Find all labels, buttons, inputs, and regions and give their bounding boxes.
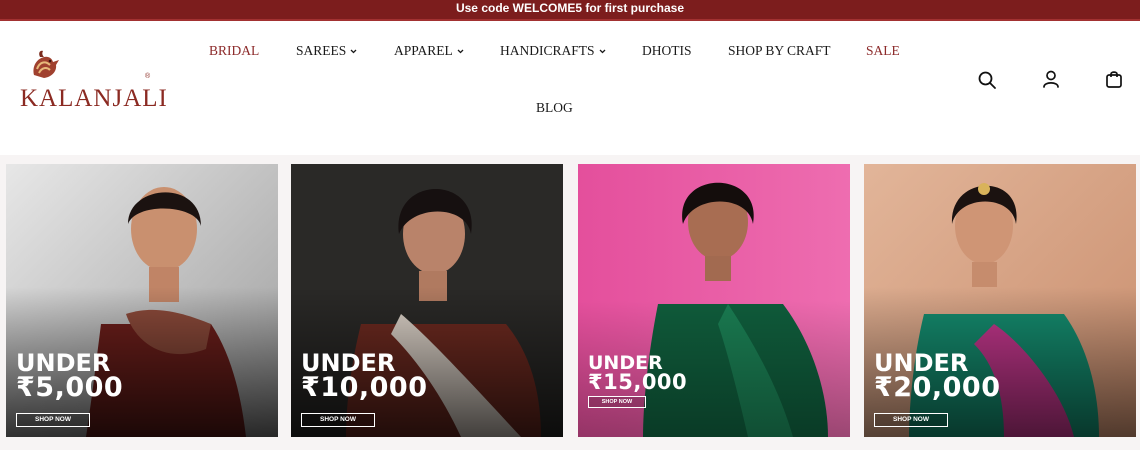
- brand-registered-mark: ®: [145, 73, 151, 80]
- nav-shop-by-craft[interactable]: SHOP BY CRAFT: [728, 43, 831, 59]
- shop-now-button[interactable]: SHOP NOW: [301, 413, 375, 427]
- banner-price: ₹15,000: [588, 370, 688, 394]
- bag-icon[interactable]: [1104, 69, 1124, 89]
- banner-price: ₹5,000: [16, 372, 124, 403]
- banner-under-20000[interactable]: UNDER ₹20,000 SHOP NOW: [864, 164, 1136, 437]
- bird-emblem-icon: [33, 50, 59, 78]
- chevron-down-icon: [457, 49, 464, 54]
- promo-text: Use code WELCOME5 for first purchase: [455, 1, 685, 15]
- banner-price: ₹10,000: [301, 372, 428, 403]
- banner-price: ₹20,000: [874, 372, 1001, 403]
- shop-now-button[interactable]: SHOP NOW: [874, 413, 948, 427]
- nav-apparel-label: APPAREL: [394, 43, 453, 58]
- nav-sale[interactable]: SALE: [866, 43, 900, 59]
- banner-under-10000[interactable]: UNDER ₹10,000 SHOP NOW: [291, 164, 563, 437]
- search-icon[interactable]: [977, 70, 997, 90]
- nav-handicrafts[interactable]: HANDICRAFTS: [500, 43, 606, 59]
- site-header: KALANJALI ® BRIDAL SAREES APPAREL HANDIC…: [0, 21, 1140, 153]
- brand-name: KALANJALI: [20, 85, 168, 112]
- nav-dhotis[interactable]: DHOTIS: [642, 43, 692, 59]
- brand-logo[interactable]: KALANJALI ®: [18, 49, 167, 112]
- nav-sarees-label: SAREES: [296, 43, 347, 58]
- chevron-down-icon: [599, 49, 605, 54]
- banner-under-5000[interactable]: UNDER ₹5,000 SHOP NOW: [6, 164, 278, 437]
- promo-bar: Use code WELCOME5 for first purchase: [0, 0, 1140, 21]
- banner-under-15000[interactable]: UNDER ₹15,000 SHOP NOW: [578, 164, 850, 437]
- nav-apparel[interactable]: APPAREL: [394, 43, 464, 59]
- nav-blog[interactable]: BLOG: [536, 100, 573, 116]
- chevron-down-icon: [350, 49, 357, 54]
- nav-sarees[interactable]: SAREES: [296, 43, 357, 59]
- nav-handicrafts-label: HANDICRAFTS: [500, 43, 595, 58]
- shop-now-button[interactable]: SHOP NOW: [16, 413, 90, 427]
- nav-bridal[interactable]: BRIDAL: [209, 43, 259, 59]
- shop-now-button[interactable]: SHOP NOW: [588, 396, 646, 408]
- user-icon[interactable]: [1041, 69, 1061, 89]
